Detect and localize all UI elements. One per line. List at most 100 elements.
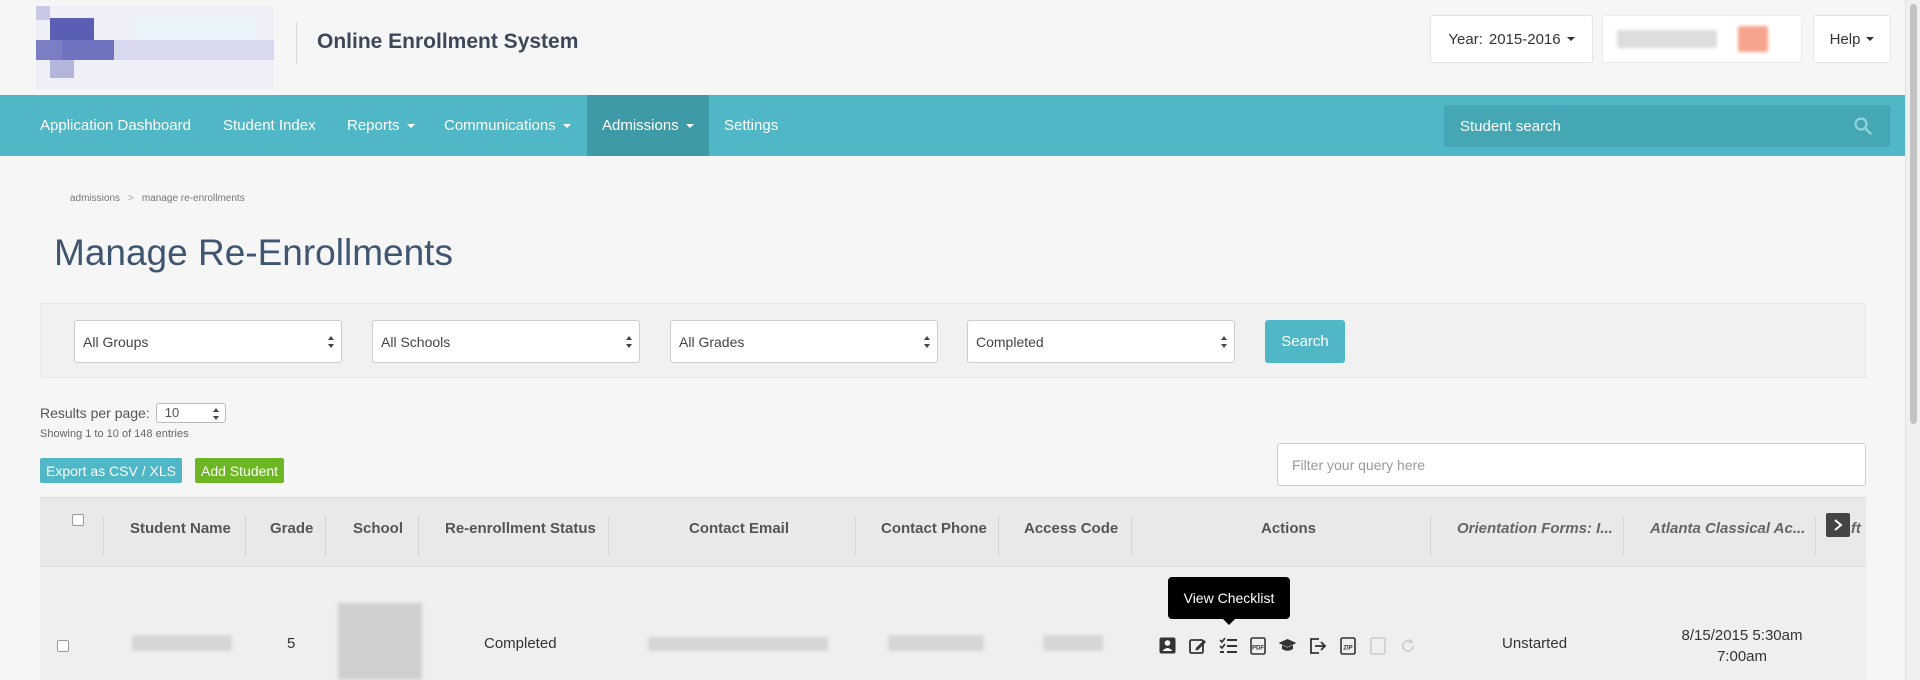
page-title: Manage Re-Enrollments	[54, 232, 453, 273]
schools-value: All Schools	[381, 333, 451, 350]
chevron-down-icon	[1866, 37, 1875, 41]
breadcrumb: admissions > manage re-enrollments	[70, 193, 245, 204]
nav-label: Settings	[724, 117, 779, 134]
export-csv-button[interactable]: Export as CSV / XLS	[40, 458, 182, 483]
app-title: Online Enrollment System	[317, 30, 579, 53]
checklist-icon[interactable]	[1218, 636, 1237, 655]
table-header: Student Name Grade School Re-enrollment …	[40, 497, 1866, 567]
sign-out-icon[interactable]	[1308, 636, 1327, 655]
orientation-cell: Unstarted	[1502, 635, 1568, 652]
chevron-down-icon	[685, 123, 694, 128]
results-per-page: Results per page: 10	[40, 403, 226, 423]
logo-divider	[296, 22, 297, 64]
school-redacted	[338, 603, 422, 680]
nav-item-reports[interactable]: Reports	[332, 95, 430, 156]
breadcrumb-separator: >	[128, 193, 134, 204]
column-header[interactable]: Access Code	[1024, 520, 1118, 537]
help-label: Help	[1829, 30, 1861, 48]
row-actions: PDF ZIP	[1158, 636, 1417, 655]
edit-icon[interactable]	[1188, 636, 1207, 655]
school-logo[interactable]	[36, 6, 274, 90]
status-value: Completed	[976, 333, 1044, 350]
nav-item-application-dashboard[interactable]: Application Dashboard	[25, 95, 206, 156]
user-menu[interactable]	[1602, 15, 1802, 63]
svg-text:ZIP: ZIP	[1343, 645, 1352, 651]
breadcrumb-item-admissions[interactable]: admissions	[70, 193, 120, 204]
atlanta-cell-line2: 7:00am	[1716, 648, 1768, 665]
nav-item-settings[interactable]: Settings	[709, 95, 793, 156]
schools-select[interactable]: All Schools	[372, 320, 640, 363]
results-per-page-select[interactable]: 10	[155, 403, 226, 423]
help-dropdown[interactable]: Help	[1813, 15, 1891, 63]
breadcrumb-item-current: manage re-enrollments	[141, 193, 245, 204]
column-header[interactable]: Grade	[270, 520, 313, 537]
column-header[interactable]: Atlanta Classical Ac...	[1650, 520, 1805, 537]
table-row: 5 Completed Unstarted 8/15/2015 5:30am 7…	[40, 567, 1866, 680]
graduation-cap-icon[interactable]	[1278, 636, 1297, 655]
nav-label: Communications	[444, 117, 556, 134]
email-redacted	[648, 637, 828, 651]
groups-select[interactable]: All Groups	[74, 320, 342, 363]
row-checkbox[interactable]	[57, 640, 69, 652]
results-per-page-value: 10	[164, 405, 180, 420]
refresh-disabled-icon	[1398, 636, 1417, 655]
grade-cell: 5	[287, 635, 296, 652]
select-all-checkbox[interactable]	[72, 514, 84, 526]
column-header[interactable]: Contact Email	[689, 520, 789, 537]
search-icon[interactable]	[1854, 117, 1872, 135]
filter-query-input[interactable]: Filter your query here	[1277, 443, 1866, 486]
svg-text:PDF: PDF	[1252, 645, 1264, 651]
filter-placeholder: Filter your query here	[1292, 456, 1426, 473]
scroll-columns-right-button[interactable]	[1826, 513, 1850, 537]
page-scrollbar[interactable]	[1905, 0, 1920, 680]
phone-redacted	[888, 635, 984, 651]
column-header[interactable]: Orientation Forms: I...	[1457, 520, 1613, 537]
column-header[interactable]: Re-enrollment Status	[445, 520, 596, 537]
document-disabled-icon	[1368, 636, 1387, 655]
search-button[interactable]: Search	[1265, 320, 1345, 363]
student-name-redacted[interactable]	[132, 635, 232, 651]
nav-label: Admissions	[602, 117, 679, 134]
results-per-page-label: Results per page:	[40, 405, 150, 421]
student-search-input[interactable]: Student search	[1444, 105, 1890, 147]
select-arrows-icon	[212, 408, 219, 420]
year-label: Year:	[1448, 30, 1483, 48]
nav-label: Reports	[347, 117, 400, 134]
chevron-right-icon	[1834, 519, 1843, 531]
chevron-down-icon	[562, 123, 571, 128]
nav-label: Student Index	[223, 117, 316, 134]
chevron-down-icon	[1566, 37, 1575, 41]
grades-select[interactable]: All Grades	[670, 320, 938, 363]
chevron-down-icon	[406, 123, 415, 128]
year-dropdown[interactable]: Year: 2015-2016	[1430, 15, 1593, 63]
student-profile-icon[interactable]	[1158, 636, 1177, 655]
scrollbar-thumb[interactable]	[1910, 4, 1917, 424]
main-nav: Application Dashboard Student Index Repo…	[0, 95, 1905, 156]
app-header: Online Enrollment System Year: 2015-2016…	[0, 0, 1905, 95]
select-arrows-icon	[626, 336, 632, 348]
column-header[interactable]: Actions	[1261, 520, 1316, 537]
status-cell: Completed	[484, 635, 557, 652]
grades-value: All Grades	[679, 333, 745, 350]
pdf-icon[interactable]: PDF	[1248, 636, 1267, 655]
select-arrows-icon	[1221, 336, 1227, 348]
groups-value: All Groups	[83, 333, 149, 350]
nav-item-admissions[interactable]: Admissions	[587, 95, 709, 156]
column-header[interactable]: Student Name	[130, 520, 231, 537]
view-checklist-tooltip: View Checklist	[1168, 577, 1290, 625]
status-select[interactable]: Completed	[967, 320, 1235, 363]
column-header[interactable]: School	[353, 520, 403, 537]
column-header[interactable]: Contact Phone	[881, 520, 987, 537]
year-value: 2015-2016	[1488, 30, 1561, 48]
nav-item-student-index[interactable]: Student Index	[208, 95, 331, 156]
entries-count: Showing 1 to 10 of 148 entries	[40, 428, 189, 440]
nav-label: Application Dashboard	[40, 117, 191, 134]
access-code-redacted	[1043, 635, 1103, 651]
search-placeholder: Student search	[1460, 117, 1561, 135]
add-student-button[interactable]: Add Student	[195, 458, 285, 483]
nav-item-communications[interactable]: Communications	[429, 95, 586, 156]
zip-icon[interactable]: ZIP	[1338, 636, 1357, 655]
atlanta-cell-line1: 8/15/2015 5:30am	[1681, 627, 1803, 644]
select-arrows-icon	[924, 336, 930, 348]
select-arrows-icon	[328, 336, 334, 348]
